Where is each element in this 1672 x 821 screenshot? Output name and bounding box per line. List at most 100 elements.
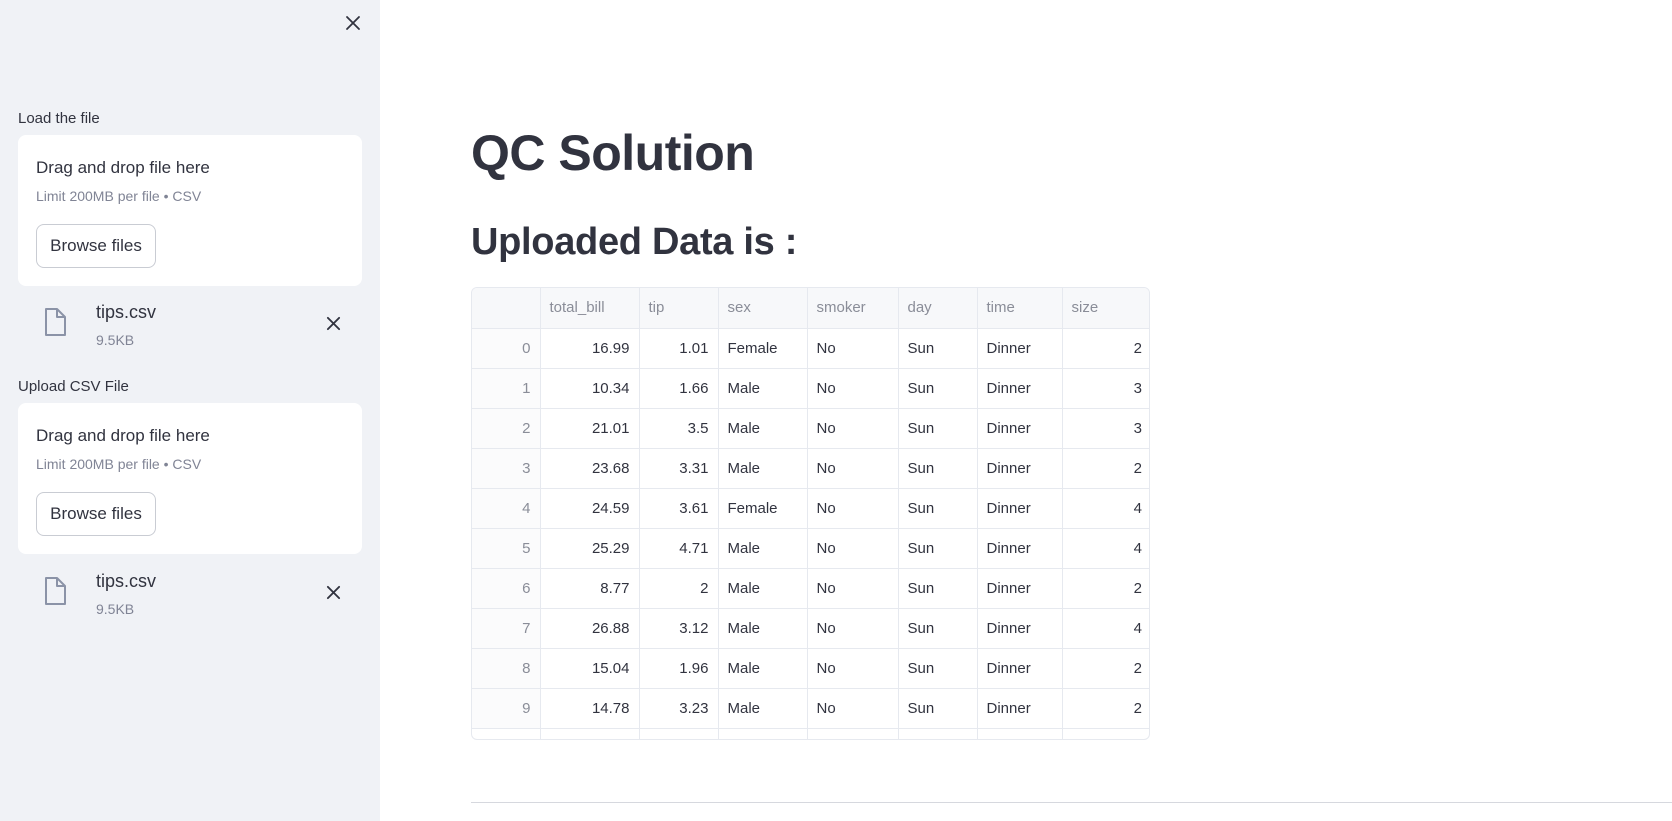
table-cell[interactable]: Sun [898, 368, 978, 409]
table-cell[interactable]: 3 [1062, 408, 1149, 449]
table-cell[interactable]: Male [718, 608, 808, 649]
row-index-cell[interactable]: 3 [472, 448, 541, 489]
row-index-cell[interactable]: 8 [472, 648, 541, 689]
table-cell[interactable]: Sun [898, 328, 978, 369]
table-cell[interactable]: Dinner [977, 528, 1063, 569]
table-cell[interactable]: No [807, 488, 899, 529]
table-cell[interactable]: 2 [1062, 448, 1149, 489]
table-cell[interactable]: 3.23 [639, 688, 719, 729]
table-cell[interactable]: Sun [898, 408, 978, 449]
file-dropzone-load[interactable]: Drag and drop file here Limit 200MB per … [18, 135, 362, 286]
table-cell[interactable]: 3.61 [639, 488, 719, 529]
table-cell[interactable]: 1.66 [639, 368, 719, 409]
table-cell[interactable]: Dinner [977, 368, 1063, 409]
load-file-label: Load the file [18, 110, 100, 127]
table-cell[interactable]: 15.04 [540, 648, 640, 689]
remove-file-button[interactable] [320, 579, 346, 605]
table-row: 0 16.99 1.01 Female No Sun Dinner 2 [472, 328, 1149, 369]
remove-file-button[interactable] [320, 310, 346, 336]
table-cell[interactable]: 2 [1062, 328, 1149, 369]
column-header-sex[interactable]: sex [718, 288, 808, 329]
table-cell[interactable]: 4 [1062, 528, 1149, 569]
table-cell[interactable]: 3.5 [639, 408, 719, 449]
table-cell[interactable]: Sun [898, 448, 978, 489]
table-cell[interactable]: No [807, 608, 899, 649]
table-cell[interactable]: Sun [898, 528, 978, 569]
table-cell[interactable]: Dinner [977, 608, 1063, 649]
browse-files-button[interactable]: Browse files [36, 224, 156, 268]
table-cell[interactable]: Sun [898, 488, 978, 529]
row-index-cell[interactable]: 0 [472, 328, 541, 369]
table-cell[interactable]: 3.31 [639, 448, 719, 489]
file-dropzone-upload[interactable]: Drag and drop file here Limit 200MB per … [18, 403, 362, 554]
table-cell[interactable]: Sun [898, 568, 978, 609]
table-cell[interactable]: Dinner [977, 688, 1063, 729]
table-cell[interactable]: 16.99 [540, 328, 640, 369]
table-cell[interactable]: 3.12 [639, 608, 719, 649]
table-cell[interactable]: 21.01 [540, 408, 640, 449]
table-cell[interactable]: Dinner [977, 488, 1063, 529]
row-index-cell[interactable]: 9 [472, 688, 541, 729]
table-cell[interactable]: Dinner [977, 448, 1063, 489]
dataframe-table[interactable]: total_bill tip sex smoker day time size 0 16.99… [471, 287, 1150, 740]
row-index-cell[interactable]: 5 [472, 528, 541, 569]
column-header-total_bill[interactable]: total_bill [540, 288, 640, 329]
column-header-time[interactable]: time [977, 288, 1063, 329]
browse-files-button[interactable]: Browse files [36, 492, 156, 536]
table-cell[interactable]: Dinner [977, 408, 1063, 449]
column-header-tip[interactable]: tip [639, 288, 719, 329]
table-cell[interactable]: 1.01 [639, 328, 719, 369]
index-header[interactable] [472, 288, 541, 329]
table-cell[interactable]: No [807, 688, 899, 729]
table-cell[interactable]: 14.78 [540, 688, 640, 729]
table-cell[interactable]: Male [718, 408, 808, 449]
table-cell [540, 728, 640, 739]
table-cell[interactable]: Male [718, 568, 808, 609]
table-cell[interactable]: 25.29 [540, 528, 640, 569]
table-cell[interactable]: No [807, 568, 899, 609]
row-index-cell[interactable]: 7 [472, 608, 541, 649]
table-cell[interactable]: Female [718, 328, 808, 369]
table-cell[interactable]: Female [718, 488, 808, 529]
table-cell[interactable]: 3 [1062, 368, 1149, 409]
table-cell[interactable]: 4.71 [639, 528, 719, 569]
table-cell[interactable]: Dinner [977, 328, 1063, 369]
table-cell[interactable]: 24.59 [540, 488, 640, 529]
table-cell[interactable]: Male [718, 448, 808, 489]
table-cell[interactable]: 4 [1062, 608, 1149, 649]
table-cell[interactable]: Dinner [977, 568, 1063, 609]
table-cell[interactable]: No [807, 648, 899, 689]
table-cell[interactable]: Male [718, 648, 808, 689]
row-index-cell[interactable]: 1 [472, 368, 541, 409]
sidebar-close-button[interactable] [340, 10, 366, 36]
table-row: 2 21.01 3.5 Male No Sun Dinner 3 [472, 408, 1149, 449]
table-cell[interactable]: 2 [639, 568, 719, 609]
table-cell[interactable]: 10.34 [540, 368, 640, 409]
table-cell[interactable]: 2 [1062, 568, 1149, 609]
column-header-day[interactable]: day [898, 288, 978, 329]
table-cell[interactable]: No [807, 368, 899, 409]
table-cell[interactable]: 2 [1062, 688, 1149, 729]
table-cell[interactable]: Sun [898, 648, 978, 689]
table-cell[interactable]: 4 [1062, 488, 1149, 529]
table-cell[interactable]: No [807, 328, 899, 369]
table-cell[interactable]: 1.96 [639, 648, 719, 689]
table-cell[interactable]: 8.77 [540, 568, 640, 609]
column-header-smoker[interactable]: smoker [807, 288, 899, 329]
row-index-cell[interactable]: 6 [472, 568, 541, 609]
table-cell[interactable]: No [807, 528, 899, 569]
table-cell[interactable]: No [807, 448, 899, 489]
table-cell[interactable]: Male [718, 688, 808, 729]
table-cell[interactable]: 23.68 [540, 448, 640, 489]
table-cell[interactable]: Male [718, 528, 808, 569]
table-cell[interactable]: Sun [898, 608, 978, 649]
column-header-size[interactable]: size [1062, 288, 1149, 329]
row-index-cell[interactable]: 2 [472, 408, 541, 449]
table-cell[interactable]: 2 [1062, 648, 1149, 689]
row-index-cell[interactable]: 4 [472, 488, 541, 529]
table-cell[interactable]: Dinner [977, 648, 1063, 689]
table-cell[interactable]: 26.88 [540, 608, 640, 649]
table-cell[interactable]: Male [718, 368, 808, 409]
table-cell[interactable]: Sun [898, 688, 978, 729]
table-cell[interactable]: No [807, 408, 899, 449]
